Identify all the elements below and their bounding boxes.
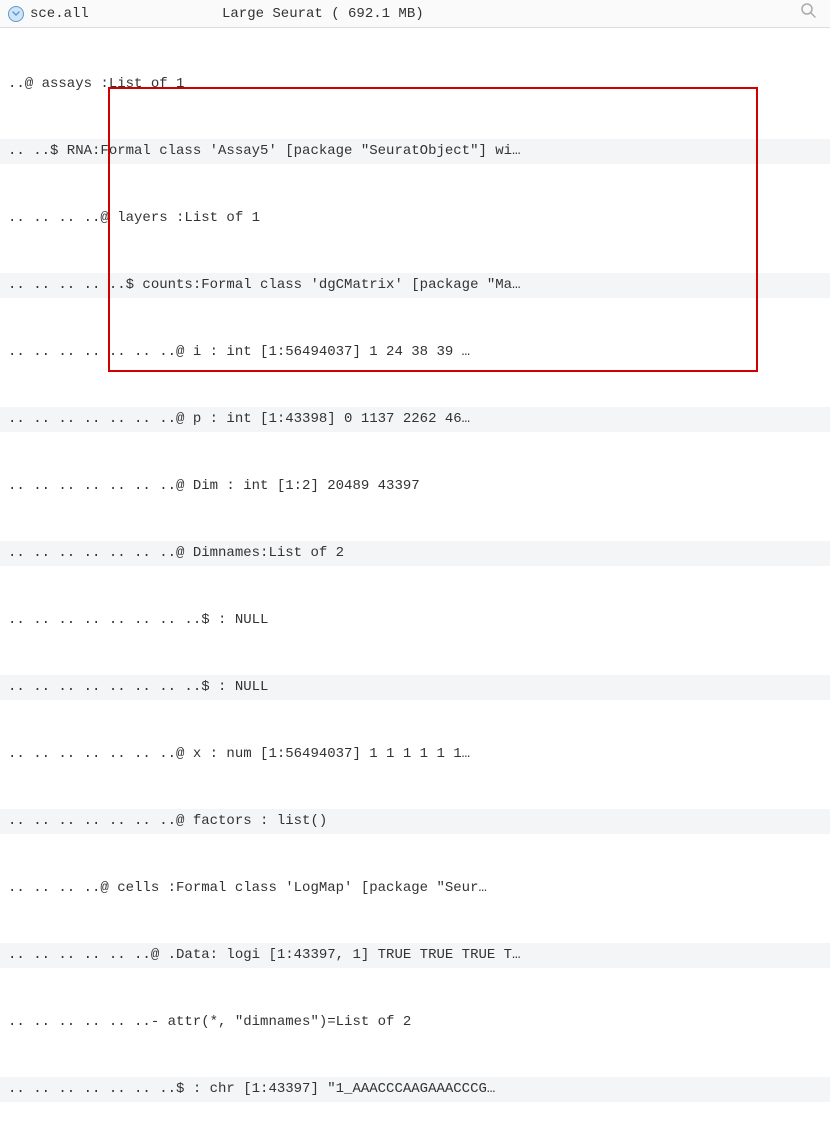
- structure-line: .. .. .. ..@ cells :Formal class 'LogMap…: [0, 876, 830, 901]
- structure-line: .. .. .. .. .. .. ..@ Dimnames:List of 2: [0, 541, 830, 566]
- object-header: sce.all Large Seurat ( 692.1 MB): [0, 0, 830, 28]
- chevron-collapse-icon: [11, 9, 21, 19]
- structure-line: .. .. .. .. .. .. ..@ p : int [1:43398] …: [0, 407, 830, 432]
- structure-line: .. .. .. ..@ layers :List of 1: [0, 206, 830, 231]
- variable-name: sce.all: [30, 6, 210, 22]
- structure-line: .. .. .. .. .. .. .. ..$ : NULL: [0, 675, 830, 700]
- structure-line: .. .. .. .. .. .. ..@ factors : list(): [0, 809, 830, 834]
- structure-line: ..@ assays :List of 1: [0, 72, 830, 97]
- structure-line: .. .. .. .. .. ..- attr(*, "dimnames")=L…: [0, 1010, 830, 1035]
- structure-line: .. .. .. .. .. .. ..$ : chr [1:43397] "1…: [0, 1077, 830, 1102]
- structure-line: .. .. .. .. .. .. ..@ Dim : int [1:2] 20…: [0, 474, 830, 499]
- search-icon[interactable]: [796, 2, 822, 25]
- structure-line: .. .. .. .. ..$ counts:Formal class 'dgC…: [0, 273, 830, 298]
- structure-line: .. .. .. .. .. ..@ .Data: logi [1:43397,…: [0, 943, 830, 968]
- structure-line: .. .. .. .. .. .. .. ..$ : NULL: [0, 608, 830, 633]
- variable-description: Large Seurat ( 692.1 MB): [222, 6, 796, 22]
- object-structure-output: ..@ assays :List of 1 .. ..$ RNA:Formal …: [0, 28, 830, 1136]
- structure-line: .. ..$ RNA:Formal class 'Assay5' [packag…: [0, 139, 830, 164]
- expand-toggle-icon[interactable]: [8, 6, 24, 22]
- structure-line: .. .. .. .. .. .. ..@ x : num [1:5649403…: [0, 742, 830, 767]
- structure-line: .. .. .. .. .. .. ..@ i : int [1:5649403…: [0, 340, 830, 365]
